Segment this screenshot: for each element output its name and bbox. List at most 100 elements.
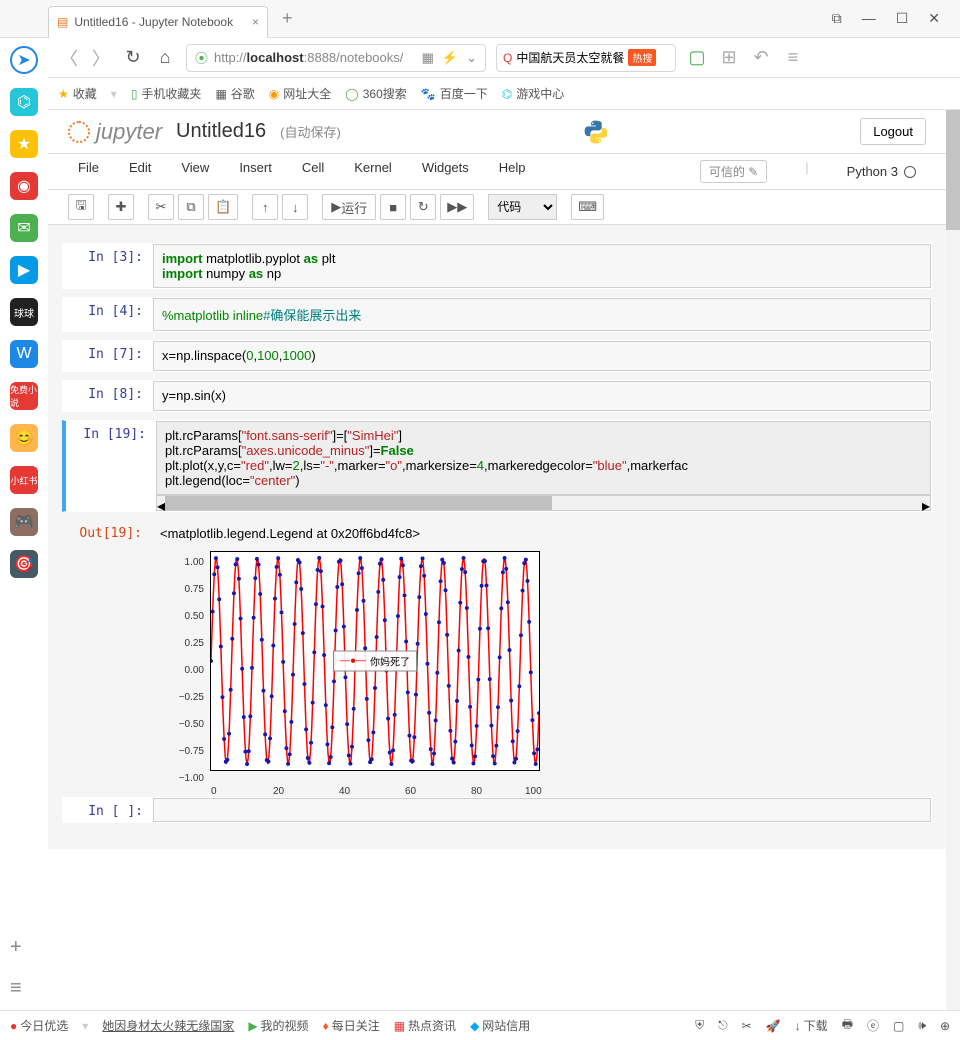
bb-sound-icon[interactable]: 🕪	[918, 1018, 926, 1033]
apps-icon[interactable]: ⊞	[718, 47, 740, 68]
logout-button[interactable]: Logout	[860, 118, 926, 145]
compass-icon[interactable]: ➤	[10, 46, 38, 74]
notebook-title[interactable]: Untitled16	[176, 120, 266, 143]
menu-view[interactable]: View	[181, 160, 209, 183]
stop-button[interactable]: ■	[380, 194, 406, 220]
bm-netall[interactable]: ◉网址大全	[269, 85, 332, 102]
bb-hotnews[interactable]: 她因身材太火辣无缘国家	[102, 1017, 234, 1034]
search-box[interactable]: Q 中国航天员太空就餐 热搜	[496, 44, 676, 72]
forward-icon[interactable]: 〉	[90, 45, 112, 71]
cell-type-select[interactable]: 代码	[488, 194, 557, 220]
weibo-icon[interactable]: ◉	[10, 172, 38, 200]
bb-e-icon[interactable]: ⓔ	[867, 1017, 879, 1034]
v-scrollbar[interactable]	[946, 110, 960, 1010]
url-input[interactable]: ⦿ http://localhost:8888/notebooks/ ▦ ⚡ ⌄	[186, 44, 486, 72]
save-button[interactable]: 🖫	[68, 194, 94, 220]
undo-icon[interactable]: ↶	[750, 47, 772, 68]
dropdown-icon[interactable]: ⌄	[466, 50, 477, 66]
cut-button[interactable]: ✂	[148, 194, 174, 220]
bb-download[interactable]: ↓ 下载	[795, 1017, 828, 1034]
menu-kernel[interactable]: Kernel	[354, 160, 392, 183]
bb-video[interactable]: ▶我的视频	[248, 1017, 308, 1034]
grid-icon[interactable]: 球球	[10, 298, 38, 326]
menu-insert[interactable]: Insert	[239, 160, 272, 183]
code-cell-4[interactable]: In [4]: %matplotlib inline#确保能展示出来	[62, 297, 932, 332]
flash-icon[interactable]: ⚡	[442, 50, 458, 66]
bm-game[interactable]: ⌬游戏中心	[502, 85, 565, 102]
ext-icon[interactable]: ▢	[686, 47, 708, 68]
bottom-bar: ●今日优选 ▾ 她因身材太火辣无缘国家 ▶我的视频 ♦每日关注 ▦热点资讯 ◆网…	[0, 1010, 960, 1040]
h-scrollbar[interactable]: ◂▸	[156, 495, 931, 511]
jupyter-header: jupyter Untitled16 (自动保存) Logout	[48, 110, 946, 153]
bb-print-icon[interactable]: 🖶	[842, 1015, 853, 1036]
close-window-icon[interactable]: ✕	[928, 10, 940, 27]
mail-icon[interactable]: ✉	[10, 214, 38, 242]
code-cell-8[interactable]: In [8]: y=np.sin(x)	[62, 380, 932, 412]
matplotlib-plot: —●—你妈死了 02040 6080100	[210, 551, 540, 771]
fastforward-button[interactable]: ▶▶	[440, 194, 474, 220]
add-cell-button[interactable]: ✚	[108, 194, 134, 220]
bb-window-icon[interactable]: ▢	[893, 1019, 904, 1033]
move-up-button[interactable]: ↑	[252, 194, 278, 220]
kernel-indicator[interactable]: Python 3	[847, 160, 916, 183]
browser-tab[interactable]: ▤ Untitled16 - Jupyter Notebook ×	[48, 6, 268, 38]
close-tab-icon[interactable]: ×	[252, 15, 259, 29]
menu-icon[interactable]: ≡	[782, 47, 804, 68]
menu-edit[interactable]: Edit	[129, 160, 151, 183]
code-cell-7[interactable]: In [7]: x=np.linspace(0,100,1000)	[62, 340, 932, 372]
bb-rocket-icon[interactable]: 🚀	[766, 1019, 781, 1033]
back-icon[interactable]: 〈	[58, 45, 80, 71]
game-icon-1[interactable]: 😊	[10, 424, 38, 452]
code-cell-3[interactable]: In [3]: import matplotlib.pyplot as plt …	[62, 243, 932, 289]
menu-cell[interactable]: Cell	[302, 160, 324, 183]
bm-360[interactable]: ◯360搜索	[345, 85, 406, 102]
maximize-icon[interactable]: ☐	[896, 10, 909, 27]
bb-zoom-icon[interactable]: ⊕	[940, 1019, 950, 1033]
menu-widgets[interactable]: Widgets	[422, 160, 469, 183]
tab-title: Untitled16 - Jupyter Notebook	[74, 15, 233, 29]
bb-phone-icon[interactable]: ⎋	[718, 1018, 728, 1033]
bb-cam-icon[interactable]: ✂	[742, 1019, 752, 1033]
hot-badge: 热搜	[628, 49, 656, 66]
menu-file[interactable]: File	[78, 160, 99, 183]
star-icon[interactable]: ★	[10, 130, 38, 158]
novel-icon[interactable]: 免费小说	[10, 382, 38, 410]
bm-fav[interactable]: ★收藏	[58, 85, 97, 102]
bb-shield-icon[interactable]: ⛨	[695, 1018, 704, 1033]
video-icon[interactable]: ▶	[10, 256, 38, 284]
new-tab-button[interactable]: +	[282, 8, 293, 29]
paste-button[interactable]: 📋	[208, 194, 238, 220]
toolbar: 🖫 ✚ ✂ ⧉ 📋 ↑ ↓ ▶运行 ■ ↻ ▶▶ 代码 ⌨	[48, 190, 946, 225]
trusted-label[interactable]: 可信的 ✎	[700, 160, 767, 183]
bm-google[interactable]: ▦谷歌	[215, 85, 254, 102]
move-down-button[interactable]: ↓	[282, 194, 308, 220]
bb-hotinfo[interactable]: ▦热点资讯	[394, 1017, 456, 1034]
run-button[interactable]: ▶运行	[322, 194, 376, 220]
bm-mobile[interactable]: ▯手机收藏夹	[131, 85, 202, 102]
app-icon-1[interactable]: ⌬	[10, 88, 38, 116]
jupyter-logo[interactable]: jupyter	[68, 119, 162, 145]
code-cell-19[interactable]: In [19]: plt.rcParams["font.sans-serif"]…	[62, 420, 932, 512]
restart-button[interactable]: ↻	[410, 194, 436, 220]
game-icon-3[interactable]: 🎯	[10, 550, 38, 578]
red-app-icon[interactable]: 小红书	[10, 466, 38, 494]
bb-today[interactable]: ●今日优选	[10, 1017, 68, 1034]
game-icon-2[interactable]: 🎮	[10, 508, 38, 536]
bm-baidu[interactable]: 🐾百度一下	[421, 85, 488, 102]
qr-icon[interactable]: ▦	[422, 50, 434, 66]
pip-icon[interactable]: ⧉	[832, 10, 842, 27]
bb-sitecredit[interactable]: ◆网站信用	[470, 1017, 530, 1034]
keyboard-button[interactable]: ⌨	[571, 194, 604, 220]
copy-button[interactable]: ⧉	[178, 194, 204, 220]
plot-legend: —●—你妈死了	[333, 651, 417, 672]
menu-help[interactable]: Help	[499, 160, 526, 183]
doc-icon[interactable]: W	[10, 340, 38, 368]
code-cell-empty[interactable]: In [ ]:	[62, 797, 932, 823]
add-sidebar-icon[interactable]: +	[10, 936, 22, 959]
bb-dayfocus[interactable]: ♦每日关注	[323, 1017, 380, 1034]
notebook-content: jupyter Untitled16 (自动保存) Logout File Ed…	[48, 110, 946, 1010]
reload-icon[interactable]: ↻	[122, 47, 144, 68]
home-icon[interactable]: ⌂	[154, 47, 176, 68]
minimize-icon[interactable]: —	[862, 10, 876, 27]
list-sidebar-icon[interactable]: ≡	[10, 977, 22, 1000]
